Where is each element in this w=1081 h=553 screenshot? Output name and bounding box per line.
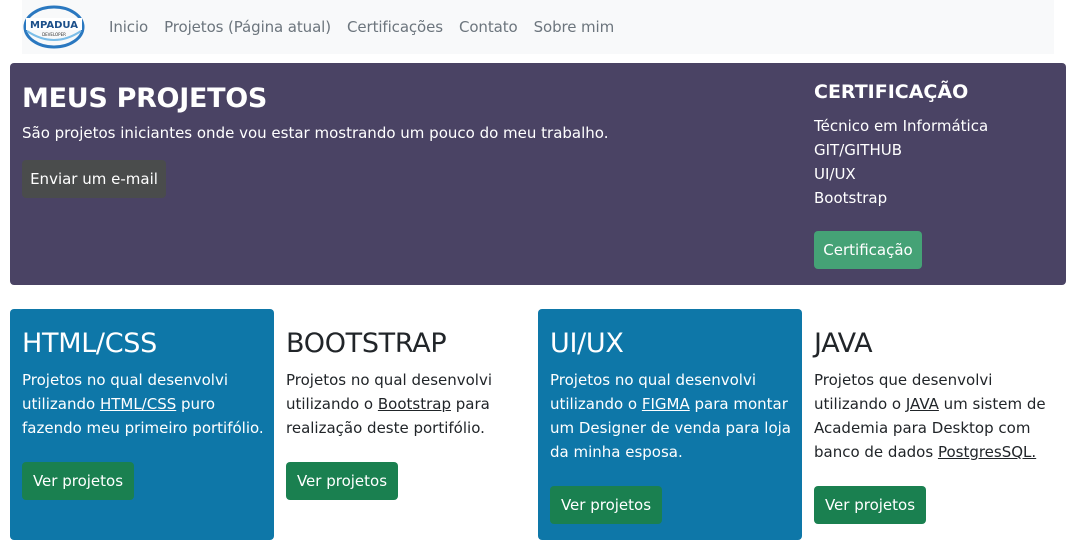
card-link-postgres[interactable]: PostgresSQL.: [938, 443, 1036, 461]
certification-button[interactable]: Certificação: [814, 231, 922, 269]
card-title: UI/UX: [550, 328, 624, 359]
cert-item: GIT/GITHUB: [814, 141, 903, 159]
cert-title: CERTIFICAÇÃO: [814, 81, 969, 103]
card-text: Projetos no qual desenvolvi utilizando o…: [286, 368, 530, 440]
card-title: JAVA: [814, 328, 873, 359]
card-title: BOOTSTRAP: [286, 328, 447, 359]
nav-link-contato[interactable]: Contato: [459, 18, 518, 36]
brand-logo[interactable]: MPADUA DEVELOPER: [22, 2, 86, 52]
card-link[interactable]: JAVA: [906, 395, 939, 413]
card-java: JAVA Projetos que desenvolvi utilizando …: [802, 309, 1066, 540]
logo-subtext: DEVELOPER: [42, 32, 66, 37]
cert-list: Técnico em Informática GIT/GITHUB UI/UX …: [814, 114, 988, 210]
navbar: MPADUA DEVELOPER Inicio Projetos (Página…: [22, 0, 1054, 54]
nav-link-projetos[interactable]: Projetos (Página atual): [164, 18, 331, 36]
ver-projetos-button[interactable]: Ver projetos: [22, 462, 134, 500]
card-bootstrap: BOOTSTRAP Projetos no qual desenvolvi ut…: [274, 309, 538, 540]
card-link[interactable]: HTML/CSS: [100, 395, 176, 413]
card-text: Projetos no qual desenvolvi utilizando o…: [550, 368, 794, 464]
hero-title: MEUS PROJETOS: [22, 83, 268, 114]
nav-links: Inicio Projetos (Página atual) Certifica…: [109, 18, 630, 36]
logo-text: MPADUA: [30, 20, 78, 31]
cert-item: Técnico em Informática: [814, 117, 989, 135]
card-ui-ux: UI/UX Projetos no qual desenvolvi utiliz…: [538, 309, 802, 540]
card-title: HTML/CSS: [22, 328, 157, 359]
card-text: Projetos que desenvolvi utilizando o JAV…: [814, 368, 1050, 464]
nav-link-certificacoes[interactable]: Certificações: [347, 18, 443, 36]
card-link[interactable]: FIGMA: [642, 395, 690, 413]
hero-jumbotron: MEUS PROJETOS São projetos iniciantes on…: [10, 63, 1066, 285]
ver-projetos-button[interactable]: Ver projetos: [286, 462, 398, 500]
ver-projetos-button[interactable]: Ver projetos: [814, 486, 926, 524]
cert-item: UI/UX: [814, 165, 856, 183]
ver-projetos-button[interactable]: Ver projetos: [550, 486, 662, 524]
nav-link-sobre-mim[interactable]: Sobre mim: [534, 18, 615, 36]
card-text: Projetos no qual desenvolvi utilizando H…: [22, 368, 266, 440]
card-html-css: HTML/CSS Projetos no qual desenvolvi uti…: [10, 309, 274, 540]
card-link[interactable]: Bootstrap: [378, 395, 451, 413]
send-email-button[interactable]: Enviar um e-mail: [22, 160, 166, 198]
nav-link-inicio[interactable]: Inicio: [109, 18, 148, 36]
cert-item: Bootstrap: [814, 189, 888, 207]
hero-subtitle: São projetos iniciantes onde vou estar m…: [22, 124, 609, 142]
